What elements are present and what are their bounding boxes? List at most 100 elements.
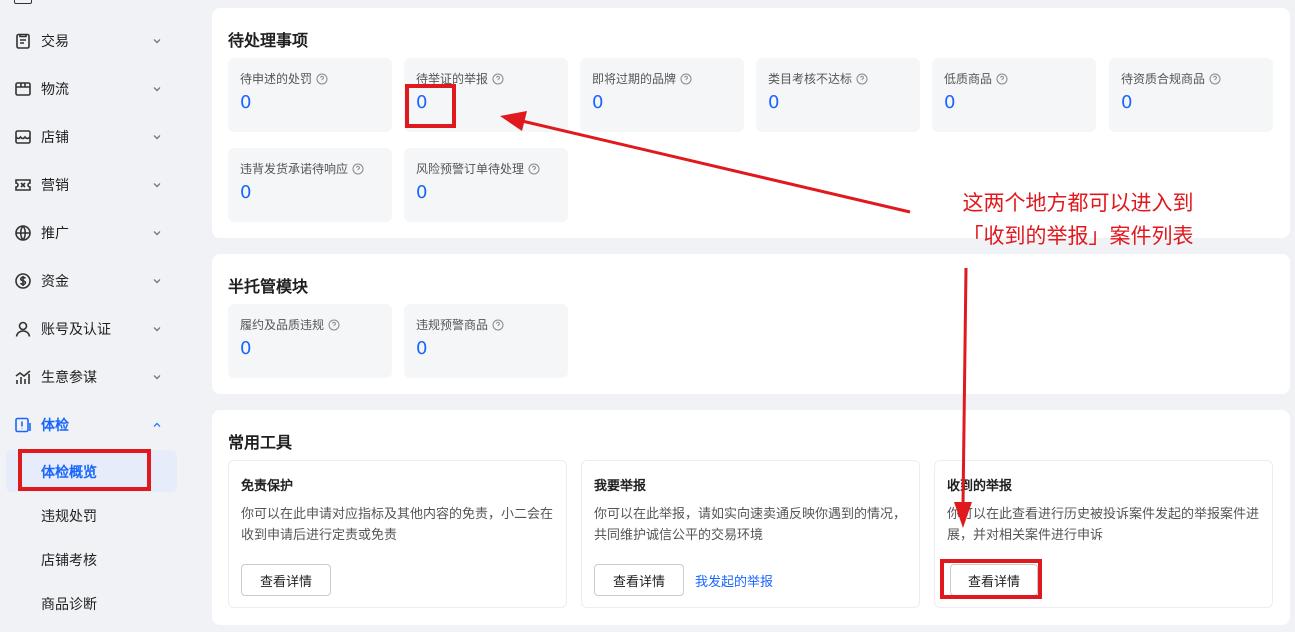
store-icon (14, 128, 32, 146)
health-check-icon (14, 416, 32, 434)
tool-title: 我要举报 (594, 479, 647, 494)
annotation-highlight-view-details (940, 559, 1042, 599)
semi-managed-card: 半托管模块 履约及品质违规 0 违规预警商品 0 (212, 254, 1290, 394)
view-details-button[interactable]: 查看详情 (594, 564, 684, 596)
partial-menu-icon (14, 0, 32, 4)
sidebar-item-label: 资金 (41, 274, 69, 290)
metric-value[interactable]: 0 (1121, 92, 1132, 113)
metric-label: 低质商品 (944, 72, 993, 86)
sidebar-item-business-advisor[interactable]: 生意参谋 (0, 357, 180, 397)
tool-description: 你可以在此查看进行历史被投诉案件发起的举报案件进展，并对相关案件进行申诉 (947, 507, 1260, 543)
metric-value[interactable]: 0 (240, 182, 251, 203)
sidebar-item-store[interactable]: 店铺 (0, 117, 180, 157)
tool-description: 你可以在此申请对应指标及其他内容的免责，小二会在收到申请后进行定责或免责 (241, 507, 554, 543)
chevron-down-icon (152, 372, 162, 382)
question-icon[interactable] (996, 73, 1008, 85)
sidebar-item-label: 营销 (41, 178, 69, 194)
annotation-highlight-overview (18, 449, 151, 491)
annotation-text-line2: 「收到的举报」案件列表 (962, 224, 1194, 248)
metric-fulfillment-violation[interactable]: 履约及品质违规 0 (228, 304, 392, 378)
sidebar-item-label: 推广 (41, 226, 69, 242)
sidebar-subitem-label: 店铺考核 (41, 553, 97, 569)
metric-pending-compliance[interactable]: 待资质合规商品 0 (1109, 58, 1273, 132)
metric-violation-warning[interactable]: 违规预警商品 0 (404, 304, 568, 378)
chevron-down-icon (152, 84, 162, 94)
tool-card-report: 我要举报 你可以在此举报，请如实向速卖通反映你遇到的情况，共同维护诚信公平的交易… (581, 460, 920, 608)
question-icon[interactable] (528, 163, 540, 175)
metric-label: 类目考核不达标 (768, 72, 853, 86)
chevron-down-icon (152, 324, 162, 334)
bar-chart-icon (14, 368, 32, 386)
sidebar-item-label: 体检 (41, 418, 69, 434)
ticket-icon (14, 176, 32, 194)
metric-pending-appeal[interactable]: 待申述的处罚 0 (228, 58, 392, 132)
dollar-icon (14, 272, 32, 290)
chevron-down-icon (152, 180, 162, 190)
metric-value[interactable]: 0 (768, 92, 779, 113)
sidebar-item-label: 物流 (41, 82, 69, 98)
sidebar-item-label: 账号及认证 (41, 322, 111, 338)
globe-icon (14, 224, 32, 242)
sidebar-item-label: 生意参谋 (41, 370, 97, 386)
card-title: 半托管模块 (228, 277, 309, 296)
metric-low-quality[interactable]: 低质商品 0 (932, 58, 1096, 132)
clipboard-icon (14, 32, 32, 50)
annotation-highlight-evidence (405, 84, 456, 128)
sidebar-item-trade[interactable]: 交易 (0, 21, 180, 61)
metric-category-failed[interactable]: 类目考核不达标 0 (756, 58, 920, 132)
sidebar: 交易 物流 店铺 营销 推广 资金 账号及认证 生意参谋 体检 体检概览 违规处… (0, 0, 190, 632)
sidebar-item-label: 店铺 (41, 130, 69, 146)
card-title: 待处理事项 (228, 31, 309, 50)
tool-description: 你可以在此举报，请如实向速卖通反映你遇到的情况，共同维护诚信公平的交易环境 (594, 507, 907, 543)
question-icon[interactable] (352, 163, 364, 175)
metric-value[interactable]: 0 (240, 92, 251, 113)
metric-value[interactable]: 0 (416, 182, 427, 203)
sidebar-subitem-product-diagnosis[interactable]: 商品诊断 (6, 582, 177, 624)
common-tools-card: 常用工具 免责保护 你可以在此申请对应指标及其他内容的免责，小二会在收到申请后进… (212, 410, 1290, 625)
question-icon[interactable] (856, 73, 868, 85)
question-icon[interactable] (492, 319, 504, 331)
metric-label: 待申述的处罚 (240, 72, 313, 86)
sidebar-subitem-violation[interactable]: 违规处罚 (6, 494, 177, 536)
question-icon[interactable] (680, 73, 692, 85)
question-icon[interactable] (328, 319, 340, 331)
sidebar-item-account[interactable]: 账号及认证 (0, 309, 180, 349)
chevron-up-icon (152, 420, 162, 430)
sidebar-item-funds[interactable]: 资金 (0, 261, 180, 301)
sidebar-subitem-label: 违规处罚 (41, 509, 97, 525)
metric-label: 风险预警订单待处理 (416, 162, 525, 176)
sidebar-subitem-store-assessment[interactable]: 店铺考核 (6, 538, 177, 580)
question-icon[interactable] (492, 73, 504, 85)
metric-value[interactable]: 0 (240, 338, 251, 359)
sidebar-item-health-check[interactable]: 体检 (0, 405, 180, 445)
metric-expiring-brands[interactable]: 即将过期的品牌 0 (580, 58, 744, 132)
my-reports-link[interactable]: 我发起的举报 (695, 571, 773, 590)
chevron-down-icon (152, 132, 162, 142)
chevron-down-icon (152, 36, 162, 46)
view-details-button[interactable]: 查看详情 (241, 564, 331, 596)
card-title: 常用工具 (228, 433, 293, 452)
metric-label: 待资质合规商品 (1121, 72, 1206, 86)
metric-shipping-promise[interactable]: 违背发货承诺待响应 0 (228, 148, 392, 222)
metric-label: 履约及品质违规 (240, 318, 325, 332)
metric-risk-orders[interactable]: 风险预警订单待处理 0 (404, 148, 568, 222)
question-icon[interactable] (1209, 73, 1221, 85)
sidebar-item-label: 交易 (41, 34, 69, 50)
sidebar-item-promotion[interactable]: 推广 (0, 213, 180, 253)
annotation-text-line1: 这两个地方都可以进入到 (962, 191, 1194, 215)
chevron-down-icon (152, 228, 162, 238)
sidebar-subitem-label: 商品诊断 (41, 597, 97, 613)
chevron-down-icon (152, 276, 162, 286)
question-icon[interactable] (316, 73, 328, 85)
metric-value[interactable]: 0 (416, 338, 427, 359)
user-icon (14, 320, 32, 338)
metric-label: 违背发货承诺待响应 (240, 162, 349, 176)
tool-card-exemption: 免责保护 你可以在此申请对应指标及其他内容的免责，小二会在收到申请后进行定责或免… (228, 460, 567, 608)
tool-title: 免责保护 (241, 479, 294, 494)
sidebar-item-marketing[interactable]: 营销 (0, 165, 180, 205)
metric-label: 违规预警商品 (416, 318, 489, 332)
truck-icon (14, 80, 32, 98)
metric-value[interactable]: 0 (592, 92, 603, 113)
sidebar-item-logistics[interactable]: 物流 (0, 69, 180, 109)
metric-value[interactable]: 0 (944, 92, 955, 113)
